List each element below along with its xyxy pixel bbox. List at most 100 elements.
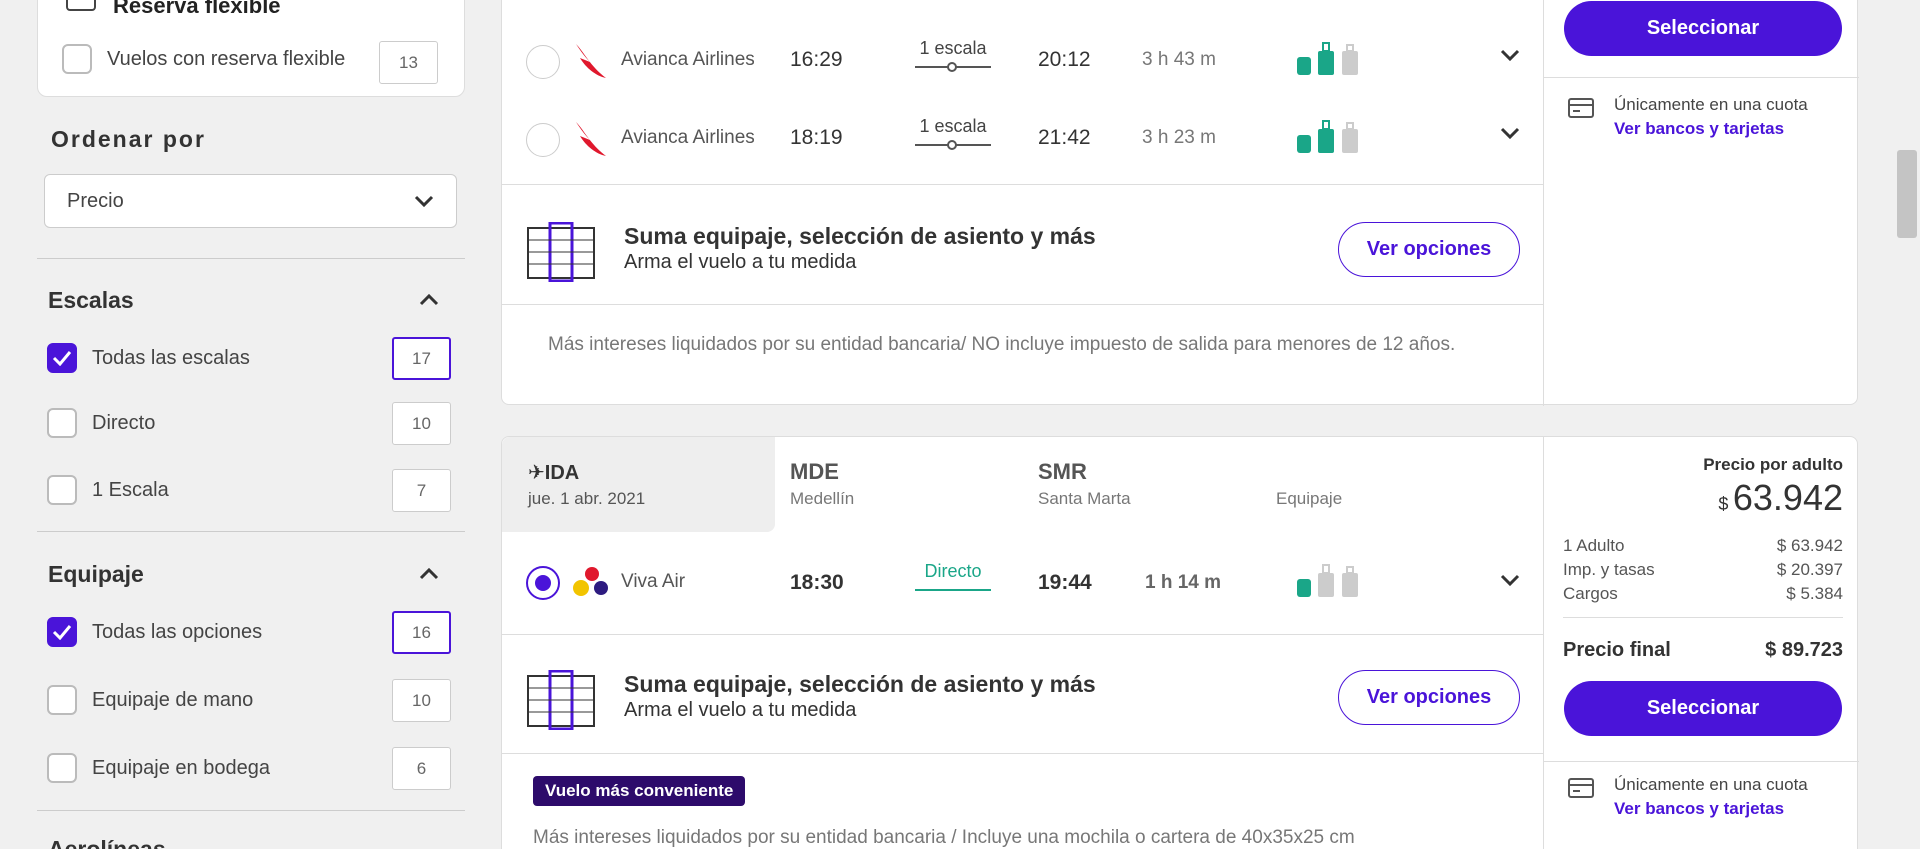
flight-radio-selected[interactable] — [526, 566, 560, 600]
flight-duration: 1 h 14 m — [1145, 572, 1222, 593]
checkbox[interactable] — [47, 408, 77, 438]
baggage-icons — [1297, 42, 1358, 75]
checkbox[interactable] — [47, 685, 77, 715]
baggage-count-hold: 6 — [392, 747, 451, 790]
flight-date: jue. 1 abr. 2021 — [528, 489, 646, 508]
flight-option-row[interactable]: Avianca Airlines 16:29 1 escala 20:12 3 … — [502, 16, 1542, 94]
arrival-time: 21:42 — [1038, 126, 1091, 149]
price-breakdown-value: $ 63.942 — [1776, 536, 1843, 555]
baggage-option-hold[interactable]: Equipaje en bodega — [47, 753, 270, 783]
baggage-option-label: Todas las opciones — [92, 620, 263, 643]
credit-card-icon — [1568, 778, 1594, 798]
flight-result-card: Avianca Airlines 16:29 1 escala 20:12 3 … — [501, 0, 1859, 406]
flight-option-row[interactable]: Viva Air 18:30 Directo 19:44 1 h 14 m — [502, 543, 1542, 621]
select-flight-button[interactable]: Seleccionar — [1564, 681, 1842, 736]
stops-option-all[interactable]: Todas las escalas — [47, 343, 250, 373]
divider — [502, 304, 1543, 305]
price-per-adult-label: Precio por adulto — [1703, 455, 1843, 474]
chevron-down-icon[interactable] — [1500, 48, 1520, 62]
flexible-booking-checkbox[interactable] — [62, 44, 92, 74]
flexible-booking-icon — [66, 0, 96, 11]
upsell-title: Suma equipaje, selección de asiento y má… — [624, 671, 1096, 697]
upsell-subtitle: Arma el vuelo a tu medida — [624, 699, 857, 721]
flight-option-row[interactable]: Avianca Airlines 18:19 1 escala 21:42 3 … — [502, 94, 1542, 172]
scrollbar-thumb[interactable] — [1897, 150, 1917, 238]
upsell-subtitle: Arma el vuelo a tu medida — [624, 251, 857, 273]
upsell-banner: Suma equipaje, selección de asiento y má… — [502, 634, 1542, 752]
select-flight-button[interactable]: Seleccionar — [1564, 1, 1842, 56]
price-per-adult: $ 63.942 — [1573, 477, 1843, 519]
baggage-count-hand: 10 — [392, 679, 451, 722]
viva-air-logo-icon — [573, 567, 608, 596]
view-options-button[interactable]: Ver opciones — [1338, 670, 1520, 725]
arrival-time: 19:44 — [1038, 571, 1092, 594]
flight-result-card: ✈IDA jue. 1 abr. 2021 MDE Medellín SMR S… — [501, 436, 1859, 849]
flight-duration: 3 h 23 m — [1142, 127, 1216, 148]
flight-radio[interactable] — [526, 45, 560, 79]
stops-option-one[interactable]: 1 Escala — [47, 475, 169, 505]
baggage-section-title: Equipaje — [48, 561, 144, 587]
divider — [37, 810, 465, 811]
origin-city: Medellín — [790, 489, 855, 508]
scrollbar-track[interactable] — [1894, 0, 1920, 849]
chevron-down-icon — [414, 195, 434, 208]
flight-radio[interactable] — [526, 123, 560, 157]
divider — [1543, 0, 1544, 406]
baggage-option-hand[interactable]: Equipaje de mano — [47, 685, 253, 715]
stops-indicator: 1 escala — [915, 116, 991, 150]
flexible-booking-label: Vuelos con reserva flexible — [107, 47, 346, 70]
price-breakdown-label: 1 Adulto — [1563, 536, 1625, 555]
direction-label: ✈IDA — [528, 462, 580, 484]
chevron-up-icon[interactable] — [419, 293, 439, 307]
upsell-banner: Suma equipaje, selección de asiento y má… — [502, 184, 1542, 304]
origin-code: MDE — [790, 459, 839, 484]
chevron-up-icon[interactable] — [419, 567, 439, 581]
checkbox-checked[interactable] — [47, 343, 77, 373]
checkbox[interactable] — [47, 753, 77, 783]
banks-cards-link[interactable]: Ver bancos y tarjetas — [1614, 799, 1784, 819]
airlines-section-title: Aerolíneas — [48, 836, 166, 849]
flexible-booking-option[interactable]: Vuelos con reserva flexible — [62, 44, 345, 74]
flexible-booking-count: 13 — [379, 41, 438, 84]
stops-option-direct[interactable]: Directo — [47, 408, 155, 438]
divider — [1563, 617, 1843, 618]
flight-duration: 3 h 43 m — [1142, 49, 1216, 70]
baggage-column-label: Equipaje — [1276, 489, 1343, 508]
checkbox[interactable] — [47, 475, 77, 505]
stops-section-title: Escalas — [48, 287, 134, 313]
baggage-option-all[interactable]: Todas las opciones — [47, 617, 262, 647]
payment-info-text: Únicamente en una cuota — [1614, 775, 1808, 794]
chevron-down-icon[interactable] — [1500, 573, 1520, 587]
price-breakdown-value: $ 20.397 — [1776, 560, 1843, 579]
divider — [37, 531, 465, 532]
upsell-title: Suma equipaje, selección de asiento y má… — [624, 223, 1096, 249]
direction-tab: ✈IDA jue. 1 abr. 2021 — [502, 437, 775, 532]
stops-indicator: Directo — [915, 561, 991, 591]
stops-line — [915, 589, 991, 591]
banks-cards-link[interactable]: Ver bancos y tarjetas — [1614, 119, 1784, 139]
stops-label: 1 escala — [919, 38, 987, 58]
credit-card-icon — [1568, 98, 1594, 118]
final-price-label: Precio final — [1563, 639, 1671, 661]
avianca-logo-icon — [576, 44, 606, 78]
baggage-icons — [1297, 120, 1358, 153]
divider — [1543, 437, 1544, 849]
divider — [1543, 77, 1859, 78]
divider — [37, 258, 465, 259]
sort-select[interactable]: Precio — [44, 174, 457, 228]
fare-note: Más intereses liquidados por su entidad … — [533, 827, 1355, 848]
destination-code: SMR — [1038, 459, 1087, 484]
airline-name: Avianca Airlines — [621, 127, 754, 148]
payment-info-text: Únicamente en una cuota — [1614, 95, 1808, 114]
chevron-down-icon[interactable] — [1500, 126, 1520, 140]
view-options-button[interactable]: Ver opciones — [1338, 222, 1520, 277]
best-flight-badge: Vuelo más conveniente — [533, 776, 746, 806]
baggage-icons — [1297, 564, 1358, 597]
currency-symbol: $ — [1718, 494, 1729, 514]
stops-option-label: Todas las escalas — [92, 346, 250, 369]
stop-dot-icon — [947, 62, 957, 72]
seat-selection-icon — [527, 222, 595, 282]
flexible-booking-title: Reserva flexible — [113, 0, 281, 18]
destination-city: Santa Marta — [1038, 489, 1131, 508]
checkbox-checked[interactable] — [47, 617, 77, 647]
